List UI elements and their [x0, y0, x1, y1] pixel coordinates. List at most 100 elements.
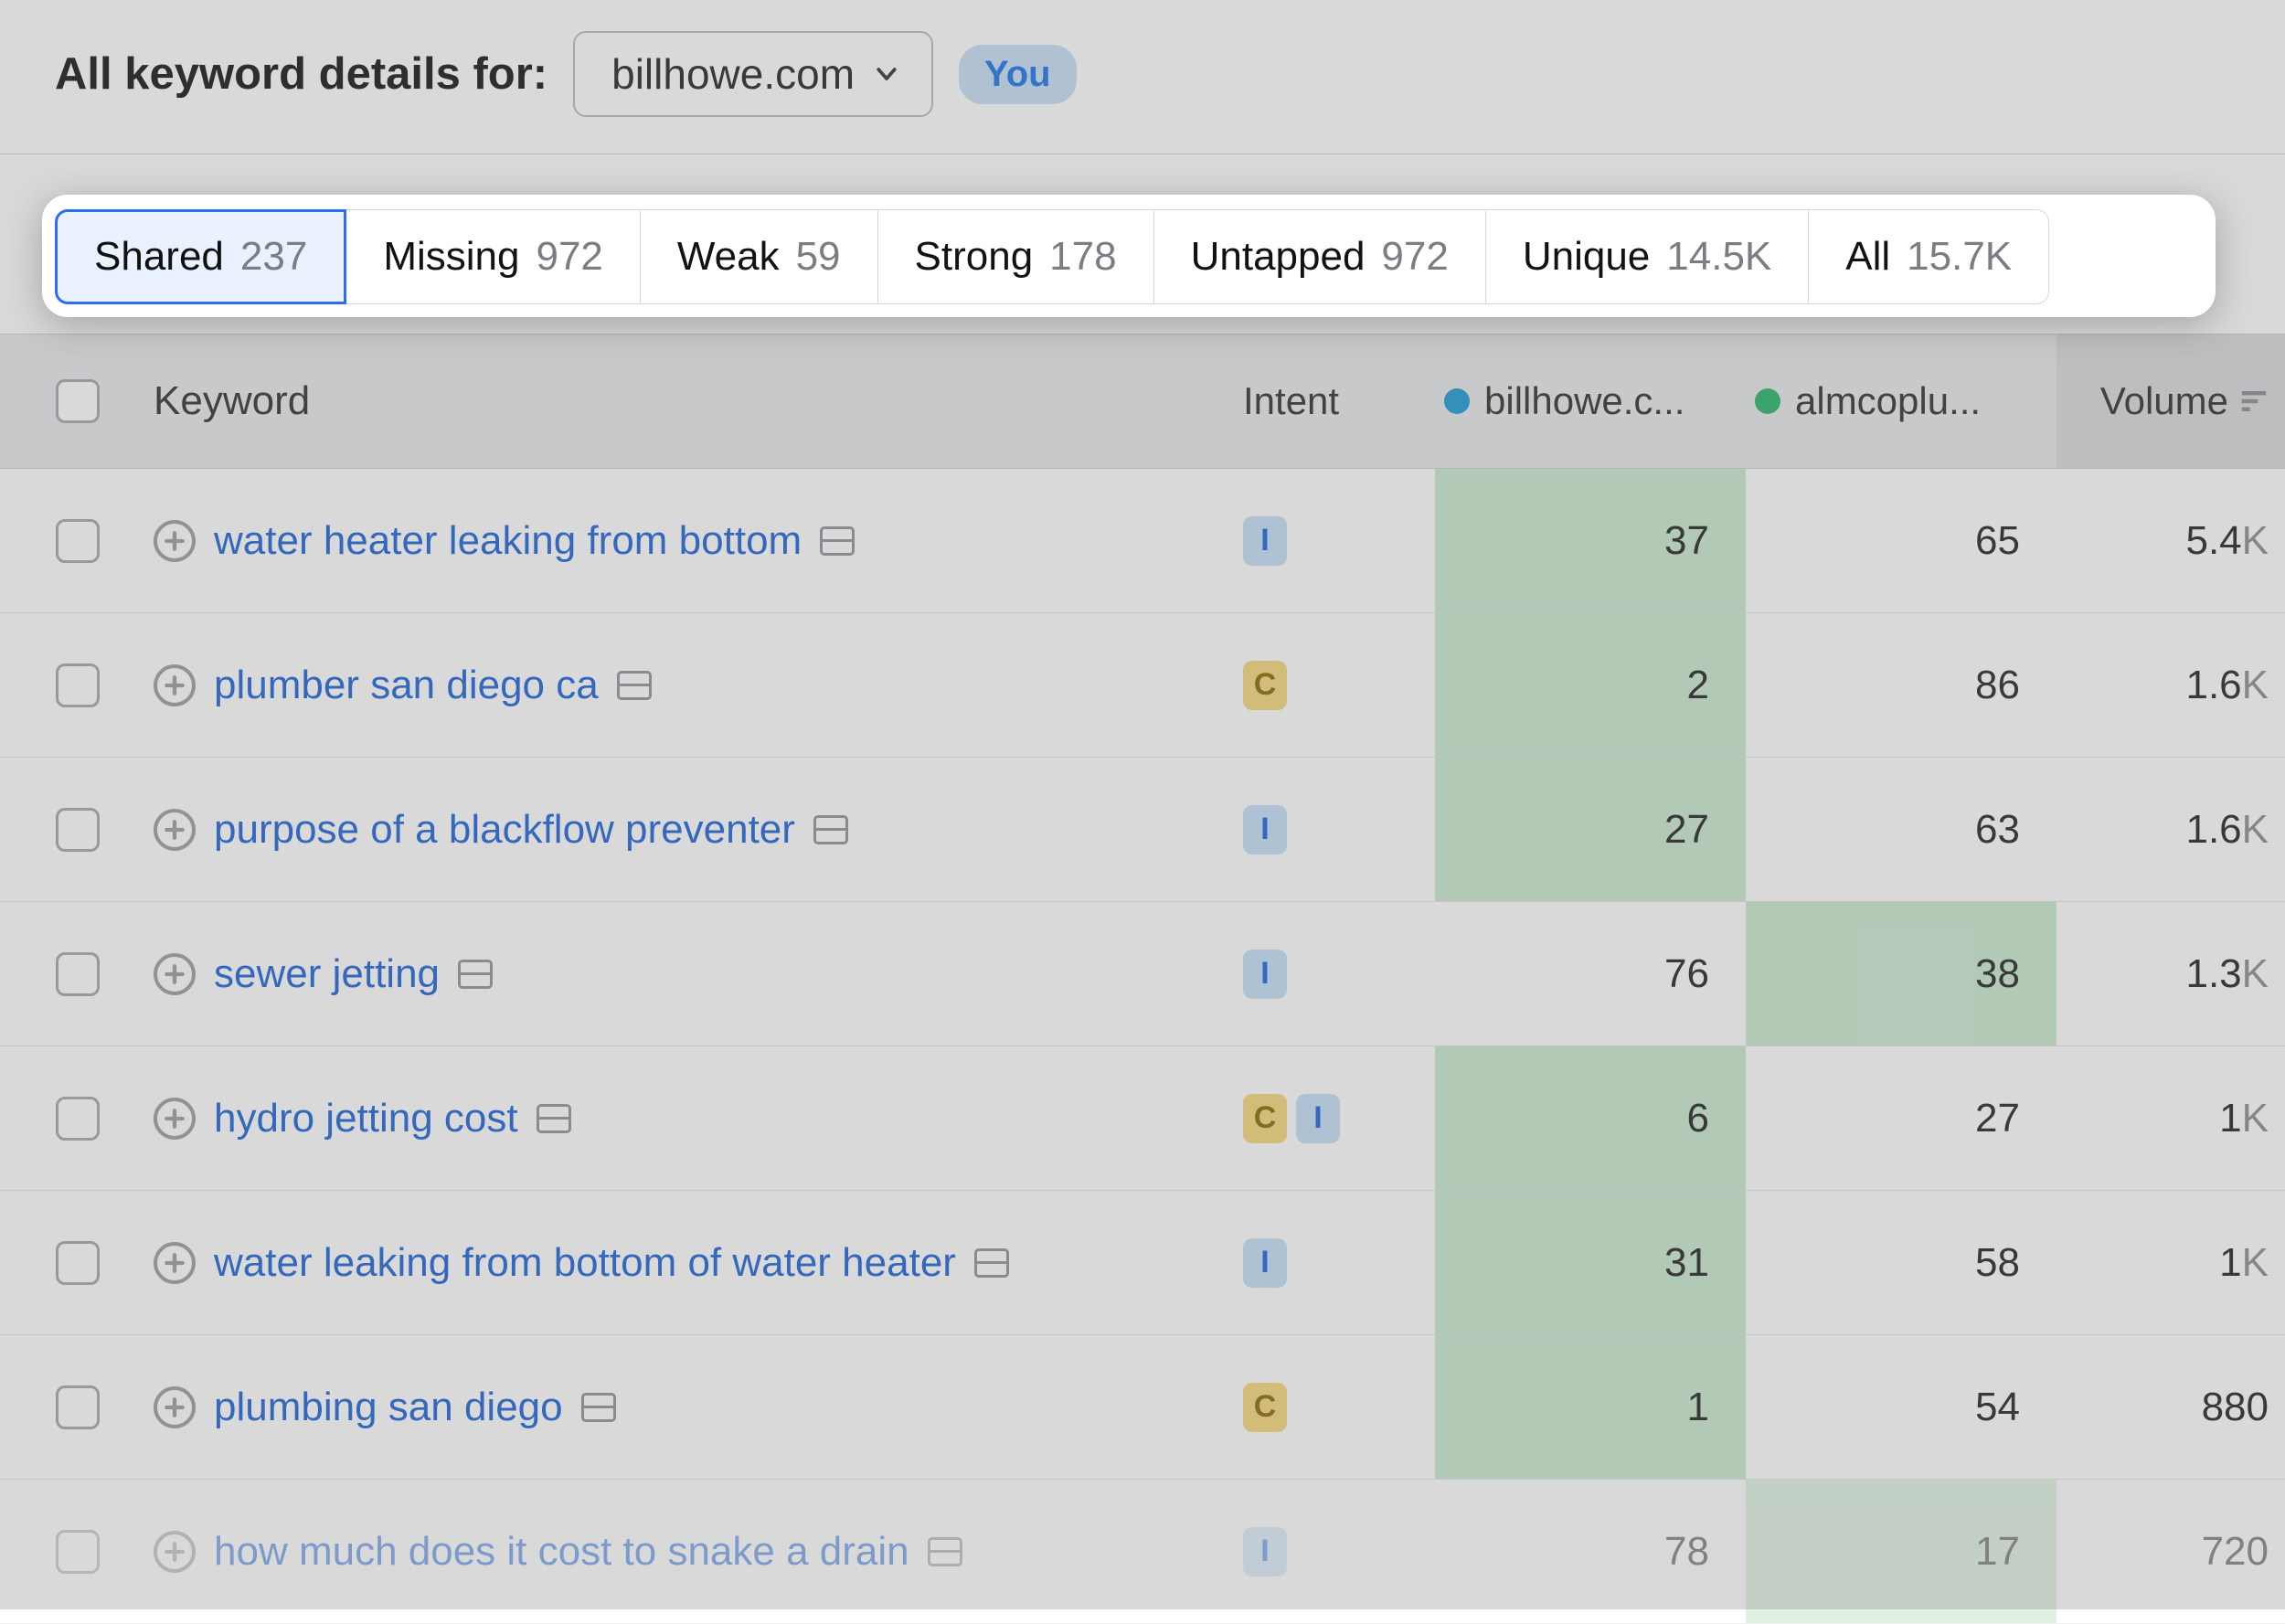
- intent-cell: I: [1243, 516, 1435, 566]
- intent-cell: I: [1243, 1527, 1435, 1576]
- intent-badge-i: I: [1243, 1238, 1287, 1288]
- serp-icon[interactable]: [813, 815, 848, 844]
- dot-icon-green: [1755, 388, 1780, 414]
- domain-select[interactable]: billhowe.com: [573, 31, 933, 117]
- table-row: plumber san diego caC2861.6K: [0, 613, 2285, 758]
- expand-button[interactable]: [154, 1531, 196, 1573]
- tab-all[interactable]: All15.7K: [1809, 209, 2049, 304]
- plus-icon: [163, 674, 186, 697]
- tabs-region: Shared237Missing972Weak59Strong178Untapp…: [0, 154, 2285, 334]
- you-badge: You: [959, 45, 1077, 104]
- keyword-cell: hydro jetting cost: [137, 1096, 1243, 1141]
- site1-value: 1: [1435, 1335, 1746, 1479]
- header-bar: All keyword details for: billhowe.com Yo…: [0, 0, 2285, 154]
- select-all-checkbox[interactable]: [56, 379, 100, 423]
- row-checkbox[interactable]: [56, 663, 100, 707]
- intent-cell: C: [1243, 1383, 1435, 1432]
- volume-value: 1K: [2056, 1046, 2285, 1190]
- volume-value: 880: [2056, 1335, 2285, 1479]
- tab-untapped[interactable]: Untapped972: [1154, 209, 1486, 304]
- row-check-cell: [18, 952, 137, 996]
- tab-strong[interactable]: Strong178: [878, 209, 1154, 304]
- table-body: water heater leaking from bottomI37655.4…: [0, 469, 2285, 1624]
- tab-missing[interactable]: Missing972: [346, 209, 641, 304]
- row-checkbox[interactable]: [56, 1241, 100, 1285]
- plus-icon: [163, 1107, 186, 1130]
- tab-count: 972: [536, 234, 602, 280]
- row-checkbox[interactable]: [56, 519, 100, 563]
- expand-button[interactable]: [154, 664, 196, 706]
- site2-value: 65: [1746, 469, 2056, 612]
- tab-unique[interactable]: Unique 14.5K: [1486, 209, 1809, 304]
- keyword-link[interactable]: plumber san diego ca: [214, 663, 599, 708]
- expand-button[interactable]: [154, 1098, 196, 1140]
- page-title: All keyword details for:: [55, 48, 547, 100]
- row-check-cell: [18, 519, 137, 563]
- tab-count: 972: [1381, 234, 1448, 280]
- col-site2-label: almcoplu...: [1795, 379, 1981, 423]
- row-checkbox[interactable]: [56, 808, 100, 852]
- filter-tabs: Shared237Missing972Weak59Strong178Untapp…: [55, 209, 2230, 304]
- tab-count: 14.5K: [1666, 234, 1771, 280]
- row-check-cell: [18, 1241, 137, 1285]
- site2-value: 54: [1746, 1335, 2056, 1479]
- intent-cell: CI: [1243, 1094, 1435, 1143]
- serp-icon[interactable]: [458, 960, 493, 989]
- tab-shared[interactable]: Shared237: [55, 209, 346, 304]
- volume-value: 1.3K: [2056, 902, 2285, 1046]
- col-site1[interactable]: billhowe.c...: [1435, 379, 1746, 423]
- keyword-cell: sewer jetting: [137, 951, 1243, 997]
- keyword-link[interactable]: water heater leaking from bottom: [214, 518, 802, 564]
- plus-icon: [163, 529, 186, 553]
- site1-value: 2: [1435, 613, 1746, 757]
- serp-icon[interactable]: [974, 1248, 1009, 1278]
- tab-count: 178: [1049, 234, 1116, 280]
- col-volume-label: Volume: [2100, 379, 2228, 423]
- serp-icon[interactable]: [581, 1393, 616, 1422]
- keyword-link[interactable]: how much does it cost to snake a drain: [214, 1529, 909, 1575]
- col-site2[interactable]: almcoplu...: [1746, 379, 2056, 423]
- expand-button[interactable]: [154, 1386, 196, 1428]
- serp-icon[interactable]: [617, 671, 652, 700]
- row-checkbox[interactable]: [56, 1530, 100, 1574]
- chevron-down-icon: [873, 60, 900, 88]
- site2-value: 58: [1746, 1191, 2056, 1334]
- volume-value: 1.6K: [2056, 758, 2285, 901]
- row-checkbox[interactable]: [56, 1385, 100, 1429]
- plus-icon: [163, 1540, 186, 1564]
- row-check-cell: [18, 808, 137, 852]
- serp-icon[interactable]: [537, 1104, 571, 1133]
- row-checkbox[interactable]: [56, 1097, 100, 1141]
- dot-icon-blue: [1444, 388, 1470, 414]
- site2-value: 38: [1746, 902, 2056, 1046]
- site2-value: 86: [1746, 613, 2056, 757]
- expand-button[interactable]: [154, 809, 196, 851]
- tab-weak[interactable]: Weak59: [641, 209, 878, 304]
- expand-button[interactable]: [154, 1242, 196, 1284]
- tab-label: Weak: [677, 234, 780, 280]
- expand-button[interactable]: [154, 953, 196, 995]
- select-all-cell: [18, 379, 137, 423]
- keyword-link[interactable]: plumbing san diego: [214, 1385, 563, 1430]
- keyword-cell: purpose of a blackflow preventer: [137, 807, 1243, 853]
- keyword-link[interactable]: sewer jetting: [214, 951, 440, 997]
- keyword-link[interactable]: purpose of a blackflow preventer: [214, 807, 795, 853]
- row-checkbox[interactable]: [56, 952, 100, 996]
- tab-label: Unique: [1523, 234, 1650, 280]
- keyword-cell: how much does it cost to snake a drain: [137, 1529, 1243, 1575]
- volume-value: 1K: [2056, 1191, 2285, 1334]
- serp-icon[interactable]: [928, 1537, 962, 1566]
- plus-icon: [163, 1251, 186, 1275]
- serp-icon[interactable]: [820, 526, 855, 556]
- expand-button[interactable]: [154, 520, 196, 562]
- col-intent[interactable]: Intent: [1243, 379, 1435, 423]
- table-row: sewer jettingI76381.3K: [0, 902, 2285, 1046]
- keyword-link[interactable]: water leaking from bottom of water heate…: [214, 1240, 956, 1286]
- keyword-cell: water heater leaking from bottom: [137, 518, 1243, 564]
- sort-desc-icon: [2241, 391, 2267, 411]
- keyword-link[interactable]: hydro jetting cost: [214, 1096, 518, 1141]
- site1-value: 27: [1435, 758, 1746, 901]
- col-keyword[interactable]: Keyword: [137, 378, 1243, 424]
- intent-badge-i: I: [1243, 1527, 1287, 1576]
- col-volume[interactable]: Volume: [2056, 334, 2285, 468]
